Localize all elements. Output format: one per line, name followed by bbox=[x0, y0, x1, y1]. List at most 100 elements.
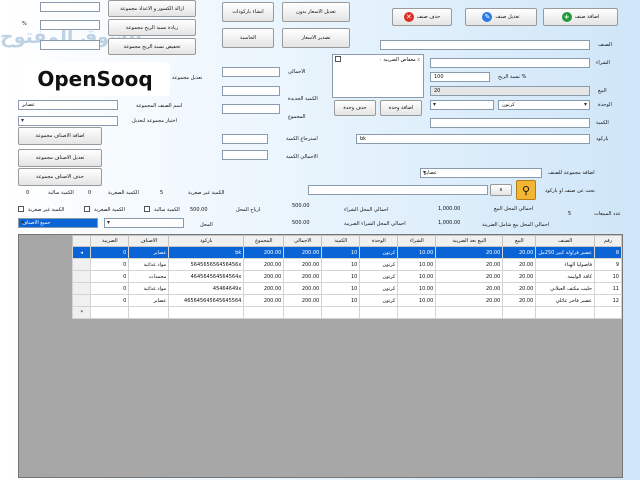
table-cell[interactable]: فاصوليا الهناء bbox=[535, 258, 595, 271]
table-cell[interactable]: 10.00 bbox=[397, 258, 437, 271]
table-cell[interactable]: 10.00 bbox=[397, 282, 437, 295]
purchase-input[interactable] bbox=[430, 58, 590, 68]
column-header[interactable]: الاجمالي bbox=[283, 235, 323, 247]
profit-pct-input[interactable]: 100 bbox=[430, 72, 490, 82]
unit-select-2[interactable] bbox=[430, 100, 494, 110]
table-cell[interactable]: 465645645645645564 bbox=[168, 294, 245, 307]
table-cell[interactable] bbox=[243, 306, 285, 319]
table-cell[interactable]: 8 bbox=[594, 246, 622, 259]
retrieve-qty-input[interactable] bbox=[222, 134, 268, 144]
table-cell[interactable]: 20.00 bbox=[435, 294, 504, 307]
store-select[interactable] bbox=[104, 218, 184, 228]
table-cell[interactable]: 10 bbox=[594, 270, 622, 283]
search-button[interactable]: ⚲ bbox=[516, 180, 536, 200]
create-barcodes-button[interactable]: انشاء باركودات bbox=[222, 2, 274, 22]
table-row[interactable]: 12 عصير فاخر عائلي 20.00 20.00 10.00 كرتون 10 2… bbox=[72, 294, 622, 307]
table-cell[interactable]: 20.00 bbox=[502, 246, 537, 259]
total-qty-input[interactable] bbox=[222, 150, 268, 160]
table-cell[interactable]: 20.00 bbox=[502, 294, 537, 307]
column-header[interactable]: الصنف bbox=[535, 235, 595, 247]
search-input[interactable] bbox=[308, 185, 488, 195]
sum-input[interactable] bbox=[222, 104, 280, 114]
table-cell[interactable]: 10 bbox=[321, 270, 361, 283]
table-cell[interactable]: bk bbox=[168, 246, 245, 259]
table-cell[interactable] bbox=[435, 306, 504, 319]
table-row[interactable]: 8 عصير فراولة كبير 250مل 20.00 20.00 10.00 كر… bbox=[72, 246, 622, 259]
column-header[interactable]: الاصناف bbox=[128, 235, 170, 247]
column-header[interactable]: الشراء bbox=[397, 235, 437, 247]
table-cell[interactable]: 200.00 bbox=[243, 270, 285, 283]
barcode-input[interactable]: bk bbox=[356, 134, 590, 144]
table-cell[interactable]: 464564564564564x bbox=[168, 270, 245, 283]
table-cell[interactable] bbox=[128, 306, 170, 319]
table-cell[interactable] bbox=[283, 306, 323, 319]
item-name-input[interactable] bbox=[380, 40, 590, 50]
table-cell[interactable] bbox=[397, 306, 437, 319]
column-header[interactable]: الضريبة bbox=[90, 235, 130, 247]
table-cell[interactable]: حليب مكثف العيلاني bbox=[535, 282, 595, 295]
new-qty-input[interactable] bbox=[222, 86, 280, 96]
table-cell[interactable]: 200.00 bbox=[243, 294, 285, 307]
table-cell[interactable]: 200.00 bbox=[283, 294, 323, 307]
table-row[interactable]: 11 حليب مكثف العيلاني 20.00 20.00 10.00 كرتون… bbox=[72, 282, 622, 295]
table-cell[interactable]: 0 bbox=[90, 246, 130, 259]
table-cell[interactable]: كرتون bbox=[359, 258, 399, 271]
table-row[interactable]: 9 فاصوليا الهناء 20.00 20.00 10.00 كرتون 10 200… bbox=[72, 258, 622, 271]
remove-fractions-button[interactable]: ازالة الكسور و الاعداد مجموعة bbox=[108, 0, 196, 17]
group-select[interactable]: عصاير bbox=[420, 168, 542, 178]
table-cell[interactable]: 45464649x bbox=[168, 282, 245, 295]
table-cell[interactable]: 200.00 bbox=[283, 282, 323, 295]
table-row[interactable]: 10 كافة الوليمة 20.00 20.00 10.00 كرتون 10 200.… bbox=[72, 270, 622, 283]
filter-not-small-checkbox[interactable] bbox=[18, 206, 24, 212]
increase-profit-button[interactable]: زيادة نسبة الربح مجموعة bbox=[108, 19, 196, 36]
table-cell[interactable]: 20.00 bbox=[435, 246, 504, 259]
table-cell[interactable]: مجمدات bbox=[128, 270, 170, 283]
delete-item-button[interactable]: ✕ حذف صنف bbox=[392, 8, 452, 26]
table-cell[interactable]: 20.00 bbox=[502, 258, 537, 271]
table-cell[interactable]: 20.00 bbox=[435, 282, 504, 295]
tax-checkbox[interactable] bbox=[335, 56, 341, 62]
table-cell[interactable]: 11 bbox=[594, 282, 622, 295]
filter-negative-checkbox[interactable] bbox=[144, 206, 150, 212]
reduce-profit-button[interactable]: تخفيض نسبة الربح مجموعة bbox=[108, 38, 196, 55]
choose-group-select[interactable] bbox=[18, 116, 118, 126]
table-cell[interactable]: 10 bbox=[321, 294, 361, 307]
table-cell[interactable]: 10.00 bbox=[397, 294, 437, 307]
edit-prices-button[interactable]: تعديل الاسعار بدون bbox=[282, 2, 350, 22]
table-cell[interactable]: كرتون bbox=[359, 246, 399, 259]
table-cell[interactable]: 10.00 bbox=[397, 270, 437, 283]
delete-unit-button[interactable]: حذف وحدة bbox=[334, 100, 376, 116]
table-cell[interactable]: 10 bbox=[321, 258, 361, 271]
table-cell[interactable]: 200.00 bbox=[283, 270, 323, 283]
table-cell[interactable]: 10 bbox=[321, 282, 361, 295]
column-header[interactable]: باركود bbox=[168, 235, 245, 247]
items-grid[interactable]: رقم الصنف البيع البيع بعد الضريبة الشراء… bbox=[18, 234, 623, 478]
total-input[interactable] bbox=[222, 67, 280, 77]
column-header[interactable]: البيع بعد الضريبة bbox=[435, 235, 504, 247]
table-cell[interactable]: كرتون bbox=[359, 282, 399, 295]
table-cell[interactable]: كرتون bbox=[359, 270, 399, 283]
add-group-items-button[interactable]: اضافة الاصناف مجموعة bbox=[18, 127, 102, 145]
column-header[interactable]: رقم bbox=[594, 235, 622, 247]
unit-select[interactable]: كرتون bbox=[498, 100, 590, 110]
delete-group-items-button[interactable]: حذف الاصناف مجموعة bbox=[18, 168, 102, 186]
sale-input[interactable]: 20 bbox=[430, 86, 590, 96]
table-cell[interactable]: 20.00 bbox=[502, 282, 537, 295]
table-cell[interactable]: عصير فاخر عائلي bbox=[535, 294, 595, 307]
table-cell[interactable]: 20.00 bbox=[435, 258, 504, 271]
table-cell[interactable]: 12 bbox=[594, 294, 622, 307]
table-cell[interactable]: كرتون bbox=[359, 294, 399, 307]
table-cell[interactable]: 20.00 bbox=[435, 270, 504, 283]
table-cell[interactable] bbox=[168, 306, 245, 319]
profit-field-3[interactable] bbox=[40, 40, 100, 50]
table-cell[interactable] bbox=[359, 306, 399, 319]
table-cell[interactable]: عصاير bbox=[128, 246, 170, 259]
table-cell[interactable]: مواد غذائية bbox=[128, 282, 170, 295]
column-header[interactable]: الكمية bbox=[321, 235, 361, 247]
column-header[interactable]: الوحدة bbox=[359, 235, 399, 247]
profit-field-2[interactable] bbox=[40, 20, 100, 30]
group-name-input[interactable]: عصاير bbox=[18, 100, 118, 110]
export-prices-button[interactable]: تصدير الاسعار bbox=[282, 28, 350, 48]
filter-small-checkbox[interactable] bbox=[84, 206, 90, 212]
calculator-button[interactable]: الحاسبة bbox=[222, 28, 274, 48]
